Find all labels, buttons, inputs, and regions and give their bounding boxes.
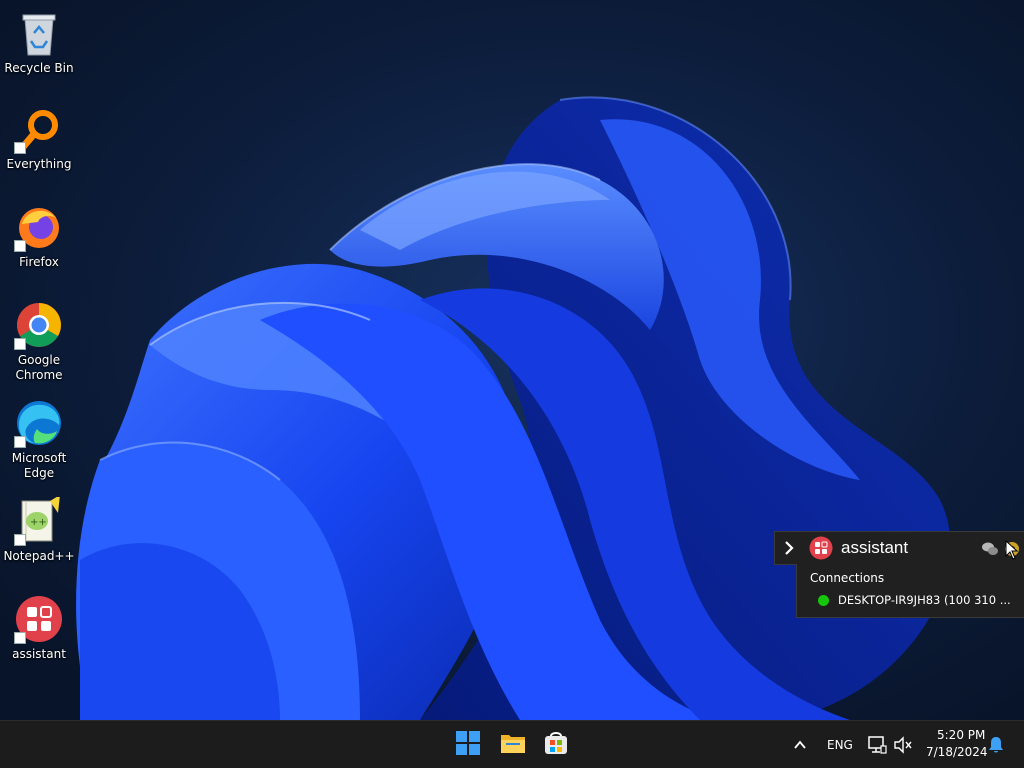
- shortcut-arrow-icon: [14, 632, 26, 644]
- chevron-right-icon[interactable]: [782, 540, 796, 556]
- desktop-icon-label: Google Chrome: [15, 353, 63, 382]
- recycle-bin-icon: [14, 8, 64, 58]
- connection-name: DESKTOP-IR9JH83 (100 310 ...: [838, 593, 1011, 607]
- desktop-icon-assistant[interactable]: assistant: [2, 594, 76, 662]
- everything-search-icon: [14, 104, 64, 154]
- clock-date[interactable]: 7/18/2024: [926, 745, 988, 759]
- microsoft-store-icon: [543, 730, 569, 761]
- file-explorer-icon: [500, 732, 526, 759]
- windows-start-icon: [456, 730, 480, 760]
- mouse-cursor-icon: [1005, 539, 1019, 560]
- shortcut-arrow-icon: [14, 240, 26, 252]
- assistant-popup-header: assistant: [774, 531, 1024, 565]
- notepad-plus-plus-icon: ++: [14, 496, 64, 546]
- desktop-icon-label: Microsoft Edge: [11, 451, 67, 480]
- edge-icon: [14, 398, 64, 448]
- desktop-icon-label: Recycle Bin: [4, 61, 74, 75]
- desktop-icon-label: Everything: [6, 157, 72, 171]
- shortcut-arrow-icon: [14, 436, 26, 448]
- connection-item[interactable]: DESKTOP-IR9JH83 (100 310 ...: [817, 592, 1023, 608]
- shortcut-arrow-icon: [14, 142, 26, 154]
- volume-muted-icon[interactable]: [893, 736, 913, 754]
- assistant-logo-icon: [809, 536, 833, 560]
- desktop-icon-label: Firefox: [19, 255, 59, 269]
- connections-label: Connections: [810, 571, 885, 585]
- desktop-screen: Recycle Bin Everything Firefox Google Ch…: [0, 0, 1024, 768]
- status-online-icon: [818, 595, 829, 606]
- microsoft-store-button[interactable]: [540, 729, 572, 761]
- desktop-icon-notepad-plus-plus[interactable]: ++ Notepad++: [2, 496, 76, 564]
- desktop-icon-label: Notepad++: [3, 549, 75, 563]
- desktop-icon-everything[interactable]: Everything: [2, 104, 76, 172]
- desktop-icon-google-chrome[interactable]: Google Chrome: [2, 300, 76, 383]
- clock-time[interactable]: 5:20 PM: [937, 728, 985, 742]
- start-button[interactable]: [452, 729, 484, 761]
- notification-bell-icon[interactable]: [988, 736, 1004, 754]
- assistant-popup-body: Connections DESKTOP-IR9JH83 (100 310 ...: [796, 564, 1024, 618]
- assistant-icon: [14, 594, 64, 644]
- firefox-icon: [14, 202, 64, 252]
- svg-text:++: ++: [30, 517, 47, 528]
- input-language-indicator[interactable]: ENG: [827, 738, 853, 752]
- desktop-icon-firefox[interactable]: Firefox: [2, 202, 76, 270]
- shortcut-arrow-icon: [14, 338, 26, 350]
- desktop-icon-recycle-bin[interactable]: Recycle Bin: [2, 8, 76, 76]
- assistant-popup-title: assistant: [841, 538, 909, 557]
- chrome-icon: [14, 300, 64, 350]
- desktop-icon-label: assistant: [12, 647, 66, 661]
- show-hidden-icons-chevron-icon[interactable]: [792, 738, 808, 752]
- file-explorer-button[interactable]: [497, 729, 529, 761]
- network-icon[interactable]: [867, 735, 887, 755]
- shortcut-arrow-icon: [14, 534, 26, 546]
- taskbar: ENG 5:20 PM 7/18/2024: [0, 720, 1024, 768]
- desktop-icon-microsoft-edge[interactable]: Microsoft Edge: [2, 398, 76, 481]
- chat-icon[interactable]: [981, 541, 999, 557]
